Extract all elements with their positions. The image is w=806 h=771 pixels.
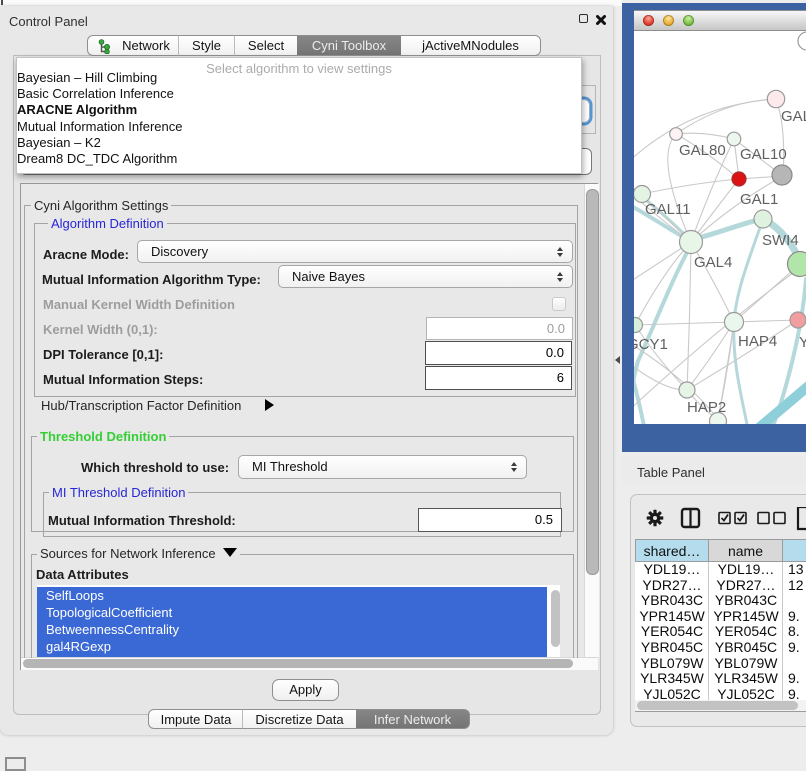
svg-text:Y: Y bbox=[799, 334, 806, 351]
svg-text:GAL7: GAL7 bbox=[781, 108, 806, 125]
svg-text:SWI4: SWI4 bbox=[762, 232, 799, 249]
svg-text:GAL1: GAL1 bbox=[740, 191, 778, 208]
svg-text:GAL80: GAL80 bbox=[679, 142, 726, 159]
svg-text:GAL10: GAL10 bbox=[740, 146, 787, 163]
svg-text:GAL4: GAL4 bbox=[694, 254, 732, 271]
svg-text:GAL11: GAL11 bbox=[645, 201, 691, 218]
svg-text:HAP4: HAP4 bbox=[738, 333, 777, 350]
svg-text:GCY1: GCY1 bbox=[634, 336, 668, 353]
svg-text:HAP2: HAP2 bbox=[687, 399, 726, 416]
